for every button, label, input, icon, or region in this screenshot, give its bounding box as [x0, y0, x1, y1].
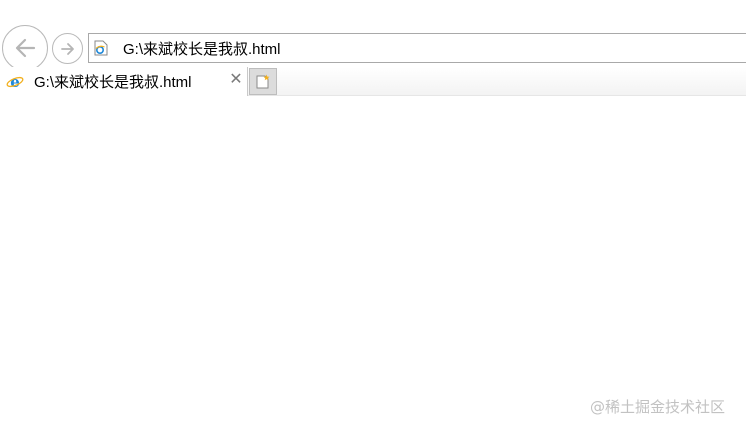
svg-text:e: e — [10, 73, 20, 91]
new-tab-button[interactable] — [249, 68, 277, 95]
browser-window: G:\来斌校长是我叔.html e G:\来斌校长是我叔.html ✕ @稀土掘… — [0, 0, 746, 430]
arrow-right-icon — [60, 42, 74, 55]
address-url[interactable]: G:\来斌校长是我叔.html — [123, 38, 281, 59]
page-content — [0, 96, 746, 430]
ie-document-icon — [93, 40, 109, 56]
tab-active[interactable]: e G:\来斌校长是我叔.html ✕ — [0, 67, 248, 96]
tab-strip: e G:\来斌校长是我叔.html ✕ — [0, 67, 746, 96]
close-icon[interactable]: ✕ — [229, 72, 243, 88]
forward-button[interactable] — [52, 33, 83, 64]
ie-logo-icon: e — [6, 73, 24, 91]
watermark: @稀土掘金技术社区 — [590, 398, 726, 416]
new-tab-icon — [256, 74, 270, 88]
back-button[interactable] — [2, 25, 48, 71]
tab-title: G:\来斌校长是我叔.html — [34, 74, 192, 91]
arrow-left-icon — [15, 38, 36, 58]
address-bar[interactable]: G:\来斌校长是我叔.html — [88, 33, 746, 63]
